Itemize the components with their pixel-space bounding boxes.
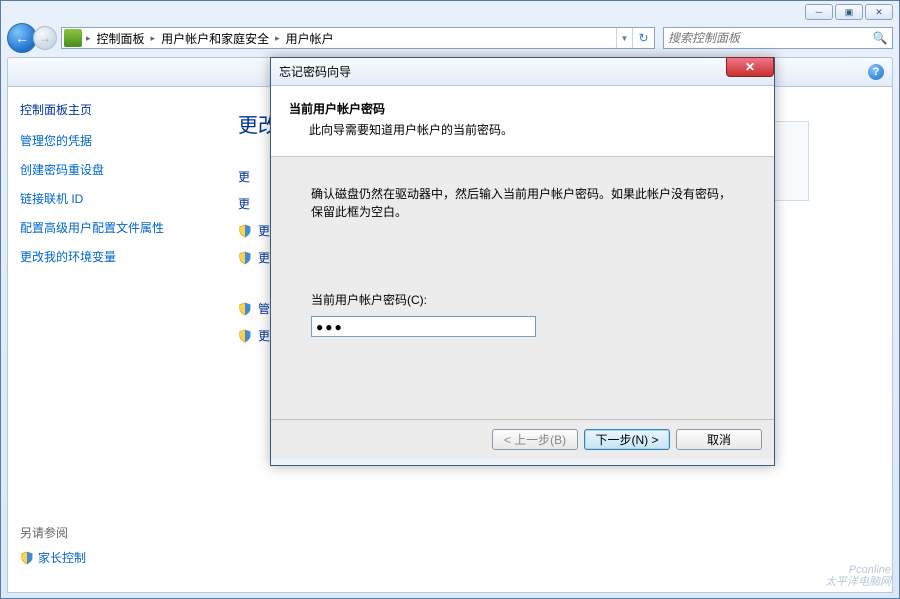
control-panel-window: ─ ▣ ✕ ← → ▸ 控制面板 ▸ 用户帐户和家庭安全 ▸ 用户帐户 ▼ ↻ … [0,0,900,599]
help-icon[interactable]: ? [868,64,884,80]
breadcrumb-item[interactable]: 控制面板 [93,28,149,48]
navigation-bar: ← → ▸ 控制面板 ▸ 用户帐户和家庭安全 ▸ 用户帐户 ▼ ↻ 🔍 [7,23,893,53]
current-password-input[interactable] [311,316,536,337]
sidebar-title[interactable]: 控制面板主页 [20,101,196,118]
address-dropdown-icon[interactable]: ▼ [616,28,632,48]
search-box[interactable]: 🔍 [663,27,893,49]
shield-icon [238,329,252,343]
shield-icon [238,302,252,316]
sidebar: 控制面板主页 管理您的凭据 创建密码重设盘 链接联机 ID 配置高级用户配置文件… [8,87,208,592]
control-panel-icon [64,29,82,47]
close-button[interactable]: ✕ [865,4,893,20]
breadcrumb: 控制面板 ▸ 用户帐户和家庭安全 ▸ 用户帐户 [93,28,338,48]
dialog-header: 当前用户帐户密码 此向导需要知道用户帐户的当前密码。 [271,86,774,157]
password-field-label: 当前用户帐户密码(C): [311,291,734,308]
task-link-env-vars[interactable]: 更改我的环境变量 [20,248,196,265]
shield-icon [238,251,252,265]
breadcrumb-item[interactable]: 用户帐户和家庭安全 [157,28,273,48]
see-also-parental[interactable]: 家长控制 [20,549,196,566]
task-link-advanced-profile[interactable]: 配置高级用户配置文件属性 [20,219,196,236]
search-input[interactable] [664,31,868,45]
titlebar: ─ ▣ ✕ [1,1,899,23]
task-link-online-id[interactable]: 链接联机 ID [20,190,196,207]
shield-icon [20,551,34,565]
see-also-parental-label: 家长控制 [38,549,86,566]
dialog-close-button[interactable]: ✕ [726,57,774,77]
nav-buttons: ← → [7,23,57,53]
forgot-password-wizard-dialog: 忘记密码向导 ✕ 当前用户帐户密码 此向导需要知道用户帐户的当前密码。 确认磁盘… [270,57,775,466]
dialog-instruction: 确认磁盘仍然在驱动器中，然后输入当前用户帐户密码。如果此帐户没有密码，保留此框为… [311,185,734,221]
address-bar[interactable]: ▸ 控制面板 ▸ 用户帐户和家庭安全 ▸ 用户帐户 ▼ ↻ [61,27,655,49]
dialog-title: 忘记密码向导 [279,63,351,80]
dialog-header-subtitle: 此向导需要知道用户帐户的当前密码。 [309,121,756,138]
breadcrumb-sep: ▸ [149,33,158,44]
back-button[interactable]: < 上一步(B) [492,429,578,450]
maximize-button[interactable]: ▣ [835,4,863,20]
task-link-credentials[interactable]: 管理您的凭据 [20,132,196,149]
breadcrumb-sep: ▸ [84,33,93,44]
task-link-password-reset-disk[interactable]: 创建密码重设盘 [20,161,196,178]
cancel-button[interactable]: 取消 [676,429,762,450]
search-icon[interactable]: 🔍 [868,31,892,45]
nav-forward-button[interactable]: → [33,26,57,50]
next-button[interactable]: 下一步(N) > [584,429,670,450]
dialog-titlebar[interactable]: 忘记密码向导 ✕ [271,58,774,86]
dialog-content: 确认磁盘仍然在驱动器中，然后输入当前用户帐户密码。如果此帐户没有密码，保留此框为… [271,157,774,419]
see-also-label: 另请参阅 [20,524,196,541]
dialog-header-title: 当前用户帐户密码 [289,100,756,117]
breadcrumb-sep: ▸ [273,33,282,44]
refresh-button[interactable]: ↻ [632,28,654,48]
breadcrumb-item[interactable]: 用户帐户 [282,28,338,48]
minimize-button[interactable]: ─ [805,4,833,20]
dialog-button-row: < 上一步(B) 下一步(N) > 取消 [271,419,774,459]
shield-icon [238,224,252,238]
watermark: Pconline 太平洋电脑网 [825,564,891,588]
